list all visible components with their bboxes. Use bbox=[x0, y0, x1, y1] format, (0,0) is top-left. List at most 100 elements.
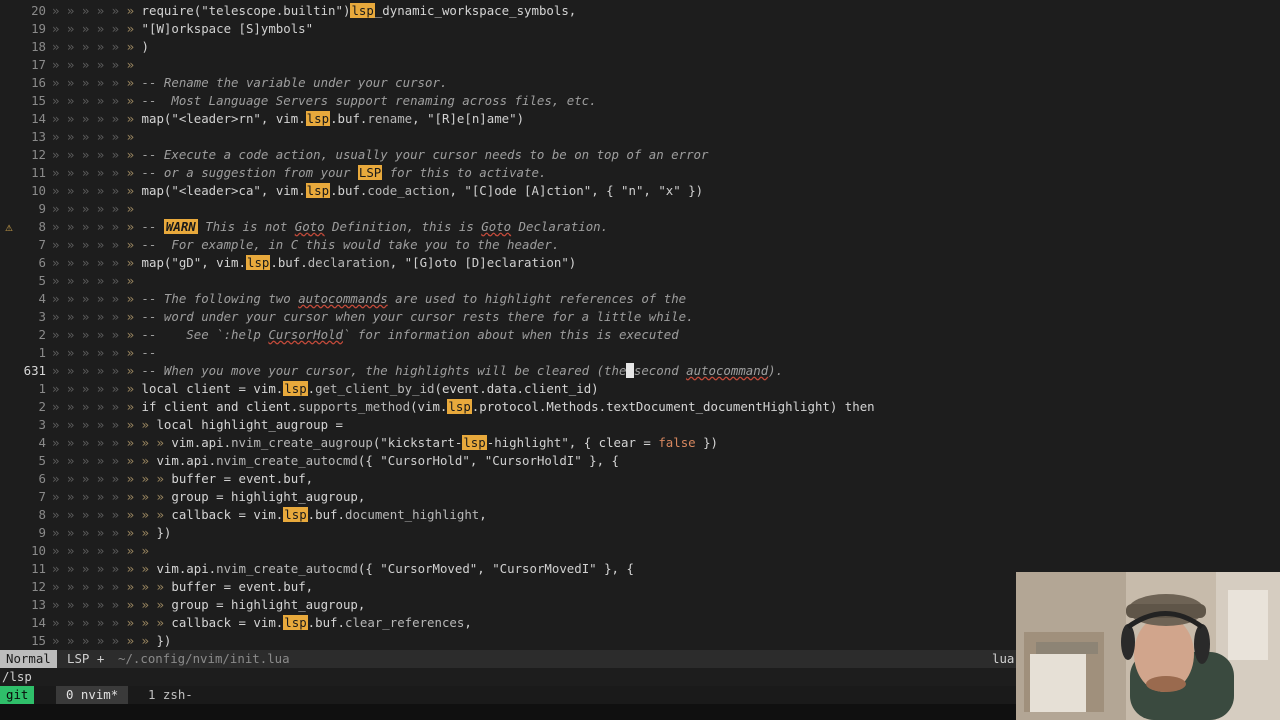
code-token: supports_method bbox=[298, 399, 411, 414]
code-token: "x" bbox=[658, 183, 681, 198]
tmux-session-name: git bbox=[0, 686, 35, 704]
line-text: » » » » » » » local highlight_augroup = bbox=[52, 416, 343, 434]
line-text: » » » » » » » » callback = vim.lsp.buf.d… bbox=[52, 506, 487, 524]
code-token: get_client_by_id bbox=[315, 381, 435, 396]
code-line[interactable]: 1 » » » » » » local client = vim.lsp.get_… bbox=[0, 380, 1280, 398]
line-number: 4 bbox=[38, 435, 46, 450]
code-line[interactable]: 3 » » » » » » » local highlight_augroup = bbox=[0, 416, 1280, 434]
code-line[interactable]: 10 » » » » » » map("<leader>ca", vim.lsp.… bbox=[0, 182, 1280, 200]
code-token: }) bbox=[156, 525, 172, 540]
code-token: false bbox=[658, 435, 696, 450]
code-line[interactable]: 7 » » » » » » -- For example, in C this w… bbox=[0, 236, 1280, 254]
code-line[interactable]: 4 » » » » » » » » vim.api.nvim_create_aug… bbox=[0, 434, 1280, 452]
code-line[interactable]: 6 » » » » » » » » buffer = event.buf, bbox=[0, 470, 1280, 488]
code-line[interactable]: 1 » » » » » » -- bbox=[0, 344, 1280, 362]
code-token: » bbox=[126, 579, 142, 594]
code-line[interactable]: 10 » » » » » » » bbox=[0, 542, 1280, 560]
code-token: "[W]orkspace [S]ymbols" bbox=[141, 21, 314, 36]
code-token: » bbox=[126, 255, 142, 270]
code-token: » » » » » bbox=[52, 39, 127, 54]
line-number: 12 bbox=[31, 579, 46, 594]
code-token: Declaration. bbox=[511, 219, 609, 234]
code-line[interactable]: 5 » » » » » » bbox=[0, 272, 1280, 290]
code-line[interactable]: 17 » » » » » » bbox=[0, 56, 1280, 74]
code-line[interactable]: 2 » » » » » » if client and client.suppor… bbox=[0, 398, 1280, 416]
webcam-overlay bbox=[1016, 572, 1280, 720]
code-token: if client and client. bbox=[141, 399, 299, 414]
line-number: 6 bbox=[38, 255, 46, 270]
code-token: -- or a suggestion from your bbox=[141, 165, 358, 180]
code-line[interactable]: 6 » » » » » » map("gD", vim.lsp.buf.decla… bbox=[0, 254, 1280, 272]
code-editor[interactable]: 20 » » » » » » require("telescope.builtin… bbox=[0, 0, 1280, 648]
line-number: 14 bbox=[31, 111, 46, 126]
code-token: » bbox=[126, 201, 142, 216]
code-line[interactable]: ⚠ 8» » » » » » -- WARN This is not Goto D… bbox=[0, 218, 1280, 236]
line-number: 14 bbox=[31, 615, 46, 630]
line-text: » » » » » » -- The following two autocom… bbox=[52, 290, 686, 308]
code-line[interactable]: 15 » » » » » » -- Most Language Servers s… bbox=[0, 92, 1280, 110]
code-line[interactable]: 9 » » » » » » bbox=[0, 200, 1280, 218]
line-text: » » » » » » if client and client.support… bbox=[52, 398, 875, 416]
code-token: » » bbox=[141, 579, 172, 594]
line-text: » » » » » » » » callback = vim.lsp.buf.c… bbox=[52, 614, 472, 632]
code-line[interactable]: 19 » » » » » » "[W]orkspace [S]ymbols" bbox=[0, 20, 1280, 38]
line-text: » » » » » » -- Most Language Servers sup… bbox=[52, 92, 597, 110]
code-token: , { bbox=[591, 183, 622, 198]
code-token: » bbox=[126, 489, 142, 504]
line-text: » » » » » » map("gD", vim.lsp.buf.declar… bbox=[52, 254, 576, 272]
code-line[interactable]: 11 » » » » » » -- or a suggestion from yo… bbox=[0, 164, 1280, 182]
mode-indicator: Normal bbox=[0, 650, 57, 668]
code-token: , bbox=[477, 561, 493, 576]
code-line[interactable]: 16 » » » » » » -- Rename the variable und… bbox=[0, 74, 1280, 92]
code-line[interactable]: 4 » » » » » » -- The following two autoco… bbox=[0, 290, 1280, 308]
code-line[interactable]: 9 » » » » » » » }) bbox=[0, 524, 1280, 542]
code-line[interactable]: 12 » » » » » » -- Execute a code action, … bbox=[0, 146, 1280, 164]
webcam-image bbox=[1016, 572, 1280, 720]
tmux-window-nvim[interactable]: 0 nvim* bbox=[56, 686, 129, 704]
code-token: callback = vim. bbox=[171, 615, 284, 630]
command-line[interactable]: /lsp bbox=[2, 668, 32, 686]
line-text: » » » » » » map("<leader>ca", vim.lsp.bu… bbox=[52, 182, 703, 200]
line-number: 10 bbox=[31, 543, 46, 558]
code-line[interactable]: 13 » » » » » » bbox=[0, 128, 1280, 146]
code-token: ) bbox=[141, 39, 149, 54]
code-token: group = highlight_augroup, bbox=[171, 489, 366, 504]
code-token: This is not bbox=[197, 219, 295, 234]
code-token: -- Rename the variable under your cursor… bbox=[141, 75, 448, 90]
line-text: » » » » » » -- For example, in C this wo… bbox=[52, 236, 559, 254]
code-token: » bbox=[126, 417, 142, 432]
code-token: .buf. bbox=[330, 111, 368, 126]
code-line[interactable]: 2 » » » » » » -- See `:help CursorHold` f… bbox=[0, 326, 1280, 344]
tmux-window-zsh[interactable]: 1 zsh- bbox=[138, 686, 203, 704]
code-line[interactable]: 8 » » » » » » » » callback = vim.lsp.buf.… bbox=[0, 506, 1280, 524]
code-token: document_highlight bbox=[344, 507, 480, 522]
file-path: ~/.config/nvim/init.lua bbox=[118, 651, 290, 666]
line-number: 7 bbox=[38, 489, 46, 504]
code-token: » » » » » bbox=[52, 201, 127, 216]
code-token: » » bbox=[141, 597, 172, 612]
line-text: » » » » » » » » vim.api.nvim_create_augr… bbox=[52, 434, 718, 452]
code-line[interactable]: 20 » » » » » » require("telescope.builtin… bbox=[0, 2, 1280, 20]
code-token: map( bbox=[141, 111, 172, 126]
code-token: » » » » » bbox=[52, 363, 127, 378]
search-match: lsp bbox=[305, 183, 331, 198]
code-token: "CursorHoldI" bbox=[484, 453, 582, 468]
code-token: -highlight" bbox=[486, 435, 569, 450]
code-line[interactable]: 14 » » » » » » map("<leader>rn", vim.lsp.… bbox=[0, 110, 1280, 128]
code-token: » bbox=[126, 507, 142, 522]
line-text: » » » » » » ) bbox=[52, 38, 149, 56]
code-line[interactable]: 7 » » » » » » » » group = highlight_augro… bbox=[0, 488, 1280, 506]
line-number: 5 bbox=[38, 453, 46, 468]
line-text: » » » » » » » }) bbox=[52, 524, 171, 542]
current-code-line[interactable]: 631 » » » » » » -- When you move your cur… bbox=[0, 362, 1280, 380]
code-line[interactable]: 5 » » » » » » » vim.api.nvim_create_autoc… bbox=[0, 452, 1280, 470]
code-line[interactable]: 18 » » » » » » ) bbox=[0, 38, 1280, 56]
code-line[interactable]: 3 » » » » » » -- word under your cursor w… bbox=[0, 308, 1280, 326]
code-token: , bbox=[449, 183, 465, 198]
code-token: » bbox=[126, 363, 142, 378]
code-token: -- Execute a code action, usually your c… bbox=[141, 147, 709, 162]
line-text: » » » » » » » }) bbox=[52, 632, 171, 650]
code-token: » » » » » bbox=[52, 309, 127, 324]
code-token: -- Most Language Servers support renamin… bbox=[141, 93, 597, 108]
code-token: » » » » » bbox=[52, 489, 127, 504]
